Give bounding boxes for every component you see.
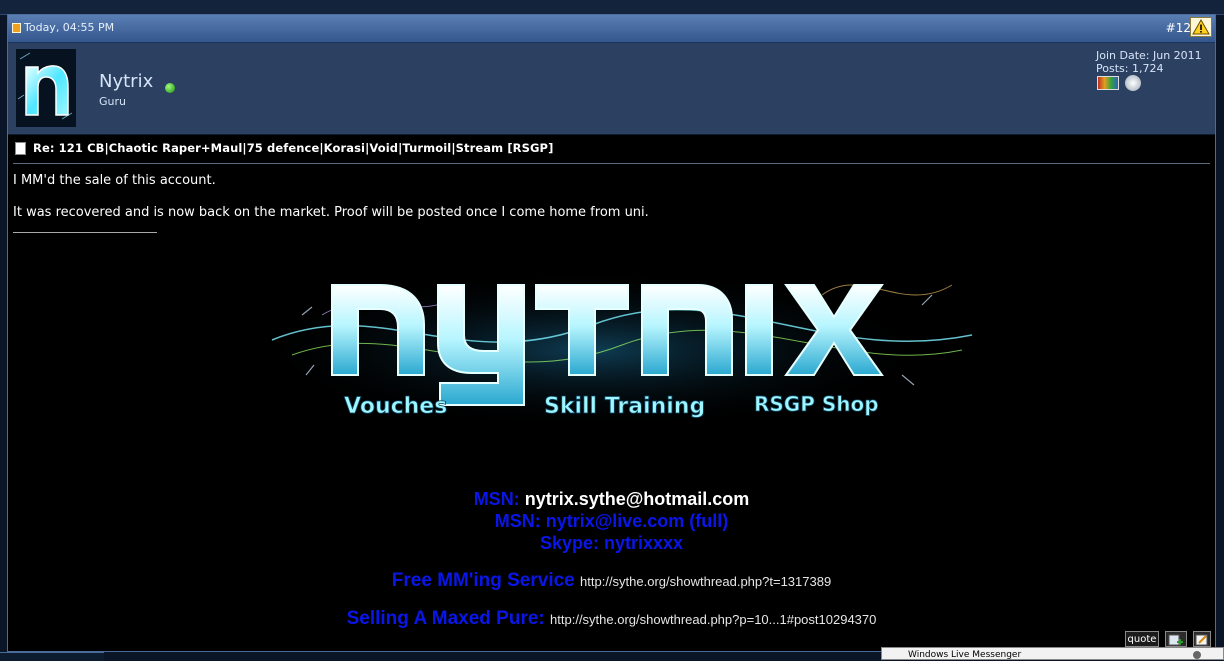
free-mm-link[interactable]: http://sythe.org/showthread.php?t=131738… (580, 574, 831, 589)
selling-line: Selling A Maxed Pure: http://sythe.org/s… (8, 608, 1215, 630)
post-title: Re: 121 CB|Chaotic Raper+Maul|75 defence… (33, 141, 554, 155)
quick-reply-button[interactable] (1193, 631, 1211, 647)
post-date: Today, 04:55 PM (24, 21, 115, 34)
title-divider (13, 163, 1210, 164)
quote-button[interactable]: quote (1125, 631, 1159, 647)
free-mm-label: Free MM'ing Service (391, 570, 575, 591)
multi-quote-button[interactable] (1165, 631, 1187, 647)
top-strip (0, 0, 1224, 15)
username-link[interactable]: Nytrix (99, 71, 153, 92)
free-mm-line: Free MM'ing Service http://sythe.org/sho… (8, 570, 1215, 592)
forum-post: Today, 04:55 PM #12 Nytrix Guru Join Dat… (7, 14, 1216, 652)
message-line: It was recovered and is now back on the … (13, 205, 649, 220)
document-icon (15, 142, 26, 155)
post-number-link[interactable]: #12 (1166, 21, 1191, 35)
post-header: Today, 04:55 PM #12 (8, 15, 1215, 43)
warning-icon[interactable] (1190, 17, 1212, 37)
selling-label: Selling A Maxed Pure: (346, 608, 545, 629)
usergroup-badge-icon (1097, 76, 1119, 90)
multi-quote-icon (1168, 634, 1183, 646)
avatar[interactable] (16, 49, 76, 127)
post-count: Posts: 1,724 (1096, 62, 1164, 75)
banner-caption: RSGP Shop (754, 392, 879, 416)
contact-msn-2: MSN: nytrix@live.com (full) (494, 511, 729, 531)
user-info-bar: Nytrix Guru Join Date: Jun 2011 Posts: 1… (8, 43, 1215, 135)
banner-caption: Vouches (344, 394, 447, 419)
msn-label: MSN: (473, 489, 520, 509)
banner-caption: Skill Training (544, 394, 705, 419)
close-icon[interactable] (1193, 651, 1201, 659)
msn-email: nytrix.sythe@hotmail.com (524, 489, 750, 509)
award-badge-icon (1125, 75, 1141, 91)
edit-icon (1195, 634, 1208, 646)
message-line: I MM'd the sale of this account. (13, 173, 216, 188)
post-status-icon (12, 23, 21, 33)
contact-skype: Skype: nytrixxxx (539, 533, 684, 553)
contact-msn: MSN: nytrix.sythe@hotmail.com (8, 489, 1215, 510)
join-date: Join Date: Jun 2011 (1096, 49, 1202, 62)
signature-divider (13, 232, 157, 233)
user-stats: Join Date: Jun 2011 Posts: 1,724 (1096, 49, 1209, 75)
signature-banner: Vouches Skill Training RSGP Shop (252, 255, 982, 430)
user-title: Guru (99, 95, 126, 108)
messenger-popup[interactable]: Windows Live Messenger (881, 647, 1224, 660)
post-body: Re: 121 CB|Chaotic Raper+Maul|75 defence… (8, 135, 1215, 651)
selling-link[interactable]: http://sythe.org/showthread.php?p=10...1… (550, 612, 876, 627)
popup-text: Windows Live Messenger (908, 650, 1022, 660)
online-status-icon (165, 83, 175, 93)
